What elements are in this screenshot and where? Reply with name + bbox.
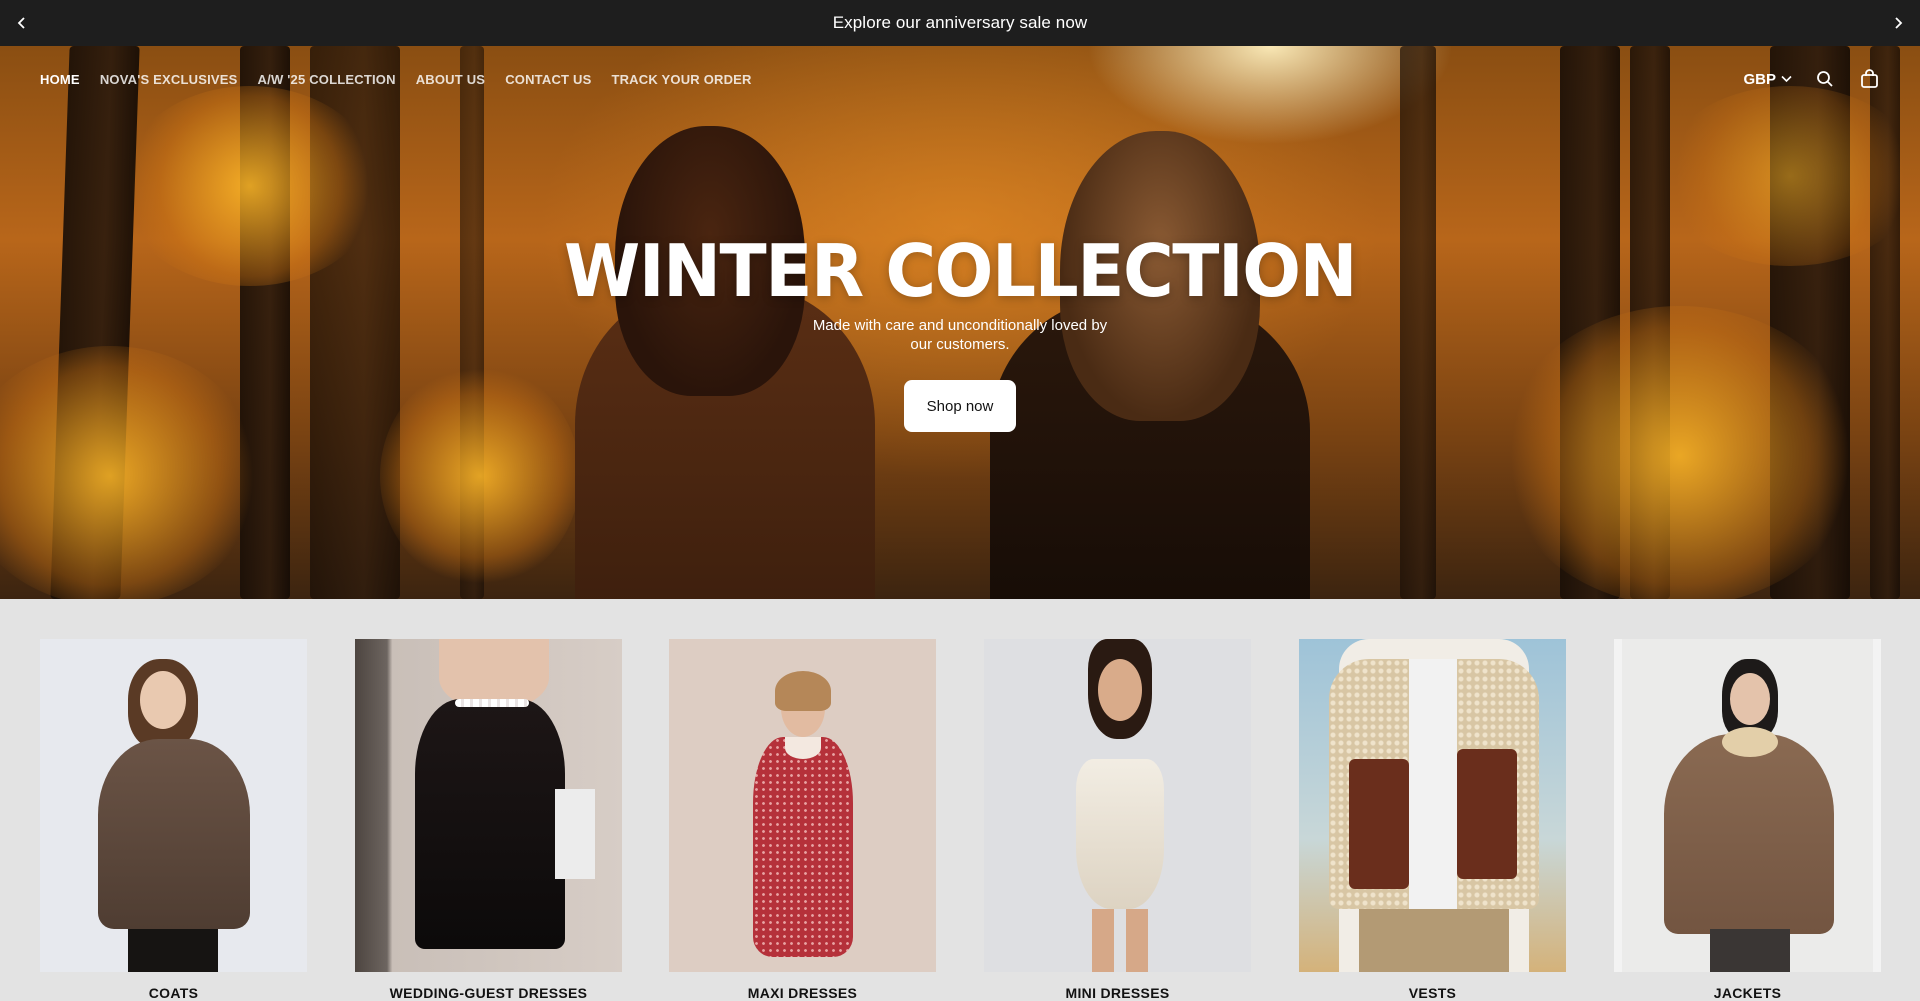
search-icon <box>1817 71 1833 87</box>
shop-now-button[interactable]: Shop now <box>904 380 1016 432</box>
announcement-text[interactable]: Explore our anniversary sale now <box>833 13 1088 33</box>
collection-label: COATS <box>148 985 199 1001</box>
collection-image[interactable] <box>1299 639 1566 972</box>
collection-label: VESTS <box>1408 985 1457 1001</box>
hero-foliage <box>380 366 580 586</box>
search-button[interactable] <box>1814 68 1836 90</box>
collection-label: JACKETS <box>1713 985 1782 1001</box>
nav-links: HOME NOVA'S EXCLUSIVES A/W '25 COLLECTIO… <box>40 72 752 87</box>
hero-title: WINTER COLLECTION <box>564 229 1357 313</box>
nav-link-aw25-collection[interactable]: A/W '25 COLLECTION <box>258 72 396 87</box>
header-tools: GBP <box>1743 68 1880 90</box>
nav-link-home[interactable]: HOME <box>40 72 80 87</box>
collection-image[interactable] <box>40 639 307 972</box>
nav-link-about-us[interactable]: ABOUT US <box>416 72 486 87</box>
collections-grid: COATS WEDDING-GUEST DRESSES MAXI DRESSES… <box>0 599 1920 1001</box>
chevron-left-icon <box>17 17 25 29</box>
collection-card-wedding-guest-dresses[interactable]: WEDDING-GUEST DRESSES <box>355 639 622 1001</box>
chevron-down-icon <box>1781 75 1792 83</box>
announcement-prev-button[interactable] <box>12 13 32 33</box>
collection-image[interactable] <box>669 639 936 972</box>
hero-subtitle: Made with care and unconditionally loved… <box>812 317 1108 353</box>
currency-value: GBP <box>1743 70 1776 88</box>
collection-image[interactable] <box>984 639 1251 972</box>
collection-label: MAXI DRESSES <box>747 985 858 1001</box>
cart-button[interactable] <box>1858 68 1880 90</box>
collection-label: MINI DRESSES <box>1065 985 1170 1001</box>
chevron-right-icon <box>1895 17 1903 29</box>
collection-card-jackets[interactable]: JACKETS <box>1614 639 1881 1001</box>
announcement-bar: Explore our anniversary sale now <box>0 0 1920 46</box>
hero-foliage <box>0 346 260 599</box>
announcement-next-button[interactable] <box>1888 13 1908 33</box>
currency-selector[interactable]: GBP <box>1743 71 1792 88</box>
main-navigation: HOME NOVA'S EXCLUSIVES A/W '25 COLLECTIO… <box>0 60 1920 100</box>
nav-link-novas-exclusives[interactable]: NOVA'S EXCLUSIVES <box>100 72 238 87</box>
collection-image[interactable] <box>355 639 622 972</box>
collection-image[interactable] <box>1614 639 1881 972</box>
nav-link-contact-us[interactable]: CONTACT US <box>505 72 591 87</box>
hero-content: WINTER COLLECTION Made with care and unc… <box>0 230 1920 354</box>
collection-card-coats[interactable]: COATS <box>40 639 307 1001</box>
cart-icon <box>1860 69 1878 88</box>
collection-label: WEDDING-GUEST DRESSES <box>389 985 588 1001</box>
collection-card-vests[interactable]: VESTS <box>1299 639 1566 1001</box>
collection-card-mini-dresses[interactable]: MINI DRESSES <box>984 639 1251 1001</box>
nav-link-track-order[interactable]: TRACK YOUR ORDER <box>611 72 751 87</box>
collection-card-maxi-dresses[interactable]: MAXI DRESSES <box>669 639 936 1001</box>
